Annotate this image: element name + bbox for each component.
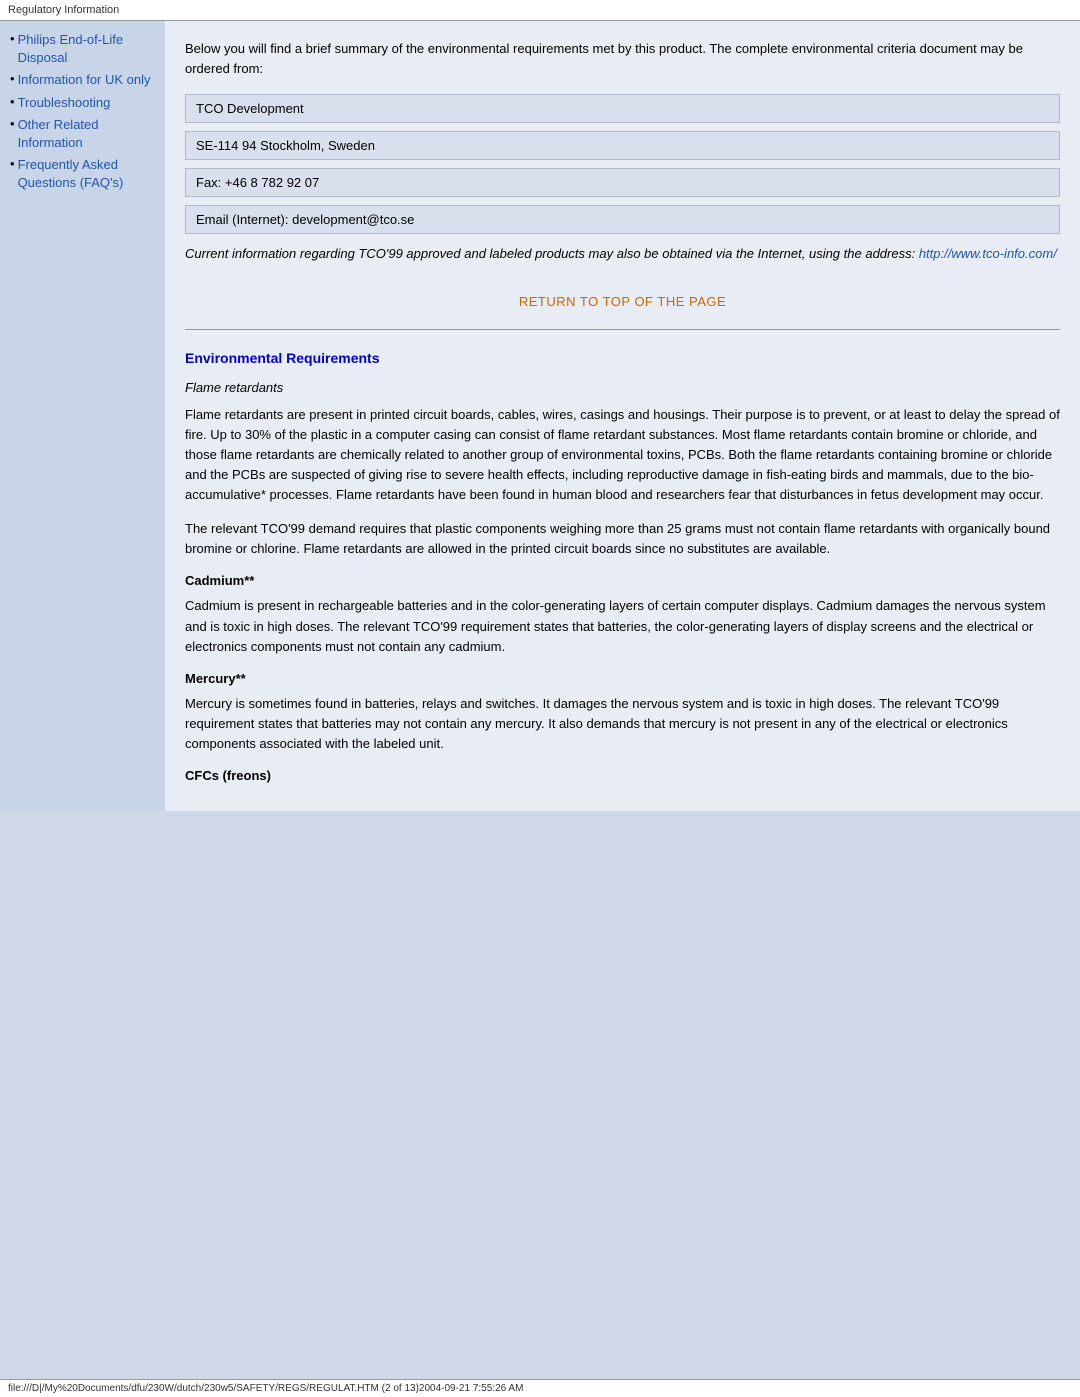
cfcs-title: CFCs (freons) bbox=[185, 768, 1060, 783]
tco-info-link[interactable]: http://www.tco-info.com/ bbox=[919, 246, 1057, 261]
intro-paragraph: Below you will find a brief summary of t… bbox=[185, 39, 1060, 78]
address-line-3: Fax: +46 8 782 92 07 bbox=[196, 175, 319, 190]
cadmium-body: Cadmium is present in rechargeable batte… bbox=[185, 596, 1060, 656]
mercury-title: Mercury** bbox=[185, 671, 1060, 686]
sidebar-link-philips-end-of-life[interactable]: Philips End-of-Life Disposal bbox=[18, 31, 157, 67]
main-content: Below you will find a brief summary of t… bbox=[165, 21, 1080, 811]
address-tco-development: TCO Development bbox=[185, 94, 1060, 123]
italic-note: Current information regarding TCO'99 app… bbox=[185, 244, 1060, 264]
address-fax: Fax: +46 8 782 92 07 bbox=[185, 168, 1060, 197]
status-bar: file:///D|/My%20Documents/dfu/230W/dutch… bbox=[0, 1379, 1080, 1397]
sidebar-link-other-related[interactable]: Other Related Information bbox=[18, 116, 157, 152]
return-to-top-section: RETURN TO TOP OF THE PAGE bbox=[185, 294, 1060, 309]
sidebar-link-troubleshooting[interactable]: Troubleshooting bbox=[18, 94, 111, 112]
address-line-1: TCO Development bbox=[196, 101, 304, 116]
bullet-icon: • bbox=[10, 94, 15, 109]
mercury-body: Mercury is sometimes found in batteries,… bbox=[185, 694, 1060, 754]
sidebar-nav: • Philips End-of-Life Disposal • Informa… bbox=[8, 31, 157, 193]
address-stockholm: SE-114 94 Stockholm, Sweden bbox=[185, 131, 1060, 160]
address-email: Email (Internet): development@tco.se bbox=[185, 205, 1060, 234]
cadmium-title: Cadmium** bbox=[185, 573, 1060, 588]
bullet-icon: • bbox=[10, 31, 15, 46]
environmental-requirements-title: Environmental Requirements bbox=[185, 350, 1060, 366]
top-bar: Regulatory Information bbox=[0, 0, 1080, 21]
sidebar-item-troubleshooting: • Troubleshooting bbox=[8, 94, 157, 112]
flame-body-2: The relevant TCO'99 demand requires that… bbox=[185, 519, 1060, 559]
address-line-2: SE-114 94 Stockholm, Sweden bbox=[196, 138, 375, 153]
section-divider bbox=[185, 329, 1060, 330]
sidebar-item-information-uk: • Information for UK only bbox=[8, 71, 157, 89]
bullet-icon: • bbox=[10, 156, 15, 171]
sidebar-item-other-related: • Other Related Information bbox=[8, 116, 157, 152]
sidebar-link-information-uk[interactable]: Information for UK only bbox=[18, 71, 151, 89]
italic-note-text: Current information regarding TCO'99 app… bbox=[185, 246, 919, 261]
bullet-icon: • bbox=[10, 116, 15, 131]
sidebar: • Philips End-of-Life Disposal • Informa… bbox=[0, 21, 165, 811]
sidebar-link-faq[interactable]: Frequently Asked Questions (FAQ's) bbox=[18, 156, 157, 192]
status-bar-text: file:///D|/My%20Documents/dfu/230W/dutch… bbox=[8, 1383, 523, 1394]
page-layout: • Philips End-of-Life Disposal • Informa… bbox=[0, 21, 1080, 811]
flame-retardants-subtitle: Flame retardants bbox=[185, 380, 1060, 395]
sidebar-item-philips-end-of-life: • Philips End-of-Life Disposal bbox=[8, 31, 157, 67]
return-to-top-link[interactable]: RETURN TO TOP OF THE PAGE bbox=[519, 294, 726, 309]
flame-body-1: Flame retardants are present in printed … bbox=[185, 405, 1060, 506]
address-line-4: Email (Internet): development@tco.se bbox=[196, 212, 414, 227]
sidebar-item-faq: • Frequently Asked Questions (FAQ's) bbox=[8, 156, 157, 192]
bullet-icon: • bbox=[10, 71, 15, 86]
top-bar-label: Regulatory Information bbox=[8, 4, 119, 16]
